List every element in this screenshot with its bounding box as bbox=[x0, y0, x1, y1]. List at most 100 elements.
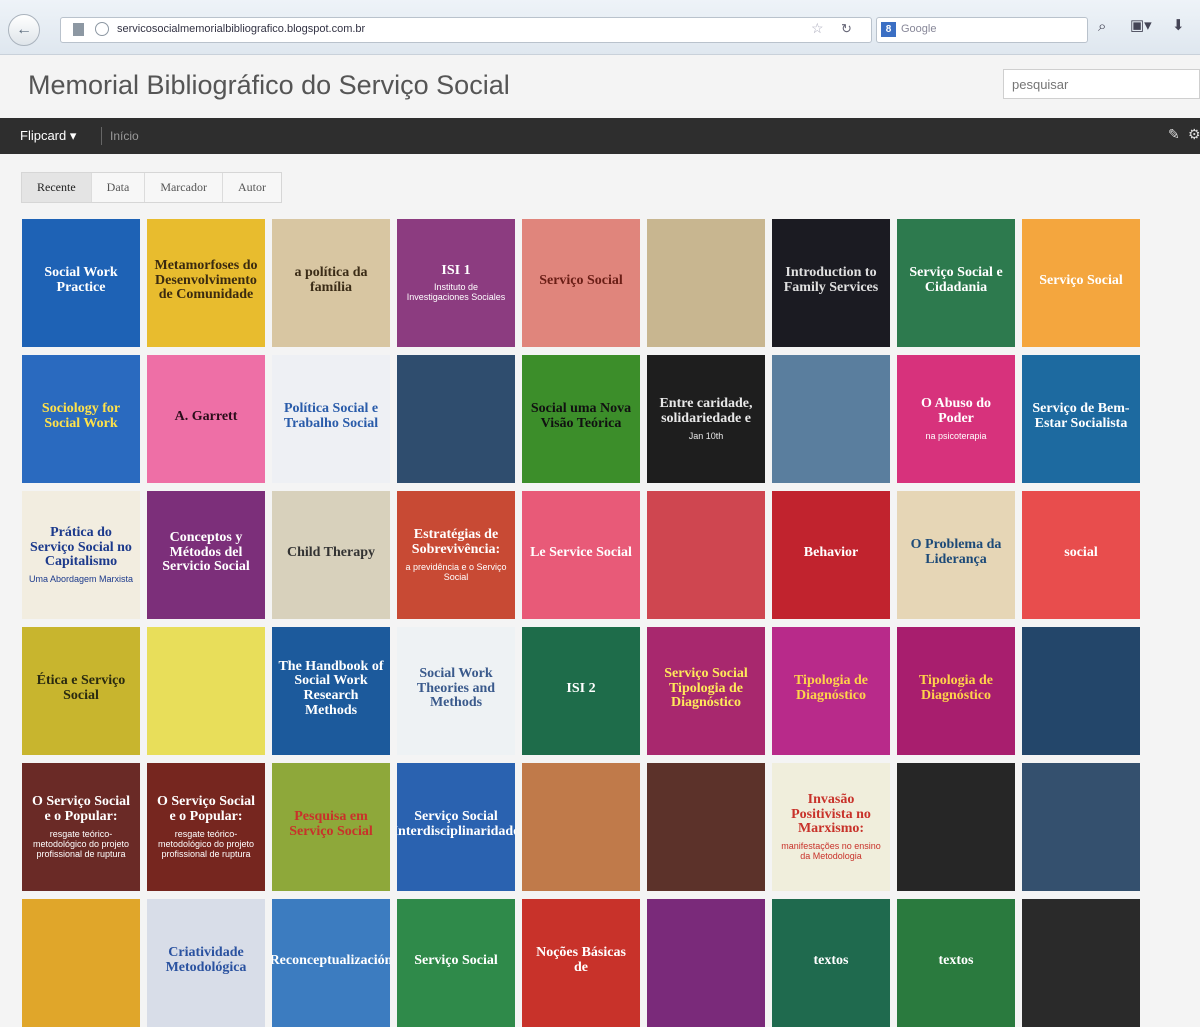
post-cover-title: O Serviço Social e o Popular: bbox=[157, 794, 255, 824]
post-cover-title: Social Work Theories and Methods bbox=[416, 665, 496, 711]
post-thumbnail[interactable]: Serviço de Bem-Estar Socialista bbox=[1022, 355, 1140, 483]
post-thumbnail[interactable]: textos bbox=[897, 899, 1015, 1027]
post-thumbnail[interactable]: Política Social e Trabalho Social bbox=[272, 355, 390, 483]
post-thumbnail[interactable]: Le Service Social bbox=[522, 491, 640, 619]
post-thumbnail[interactable]: Noções Básicas de bbox=[522, 899, 640, 1027]
post-thumbnail[interactable]: Child Therapy bbox=[272, 491, 390, 619]
post-cover-title: Serviço Social bbox=[1039, 272, 1123, 288]
post-thumbnail[interactable]: Metamorfoses do Desenvolvimento de Comun… bbox=[147, 219, 265, 347]
post-thumbnail[interactable]: a política da família bbox=[272, 219, 390, 347]
post-cover-title: O Serviço Social e o Popular: bbox=[32, 794, 130, 824]
post-thumbnail[interactable]: Serviço Social Interdisciplinaridade bbox=[397, 763, 515, 891]
post-thumbnail[interactable]: Reconceptualización bbox=[272, 899, 390, 1027]
post-cover-subtitle: resgate teórico-metodológico do projeto … bbox=[32, 828, 130, 859]
post-thumbnail[interactable]: O Problema da Liderança bbox=[897, 491, 1015, 619]
post-cover-title: Tipologia de Diagnóstico bbox=[793, 673, 869, 703]
tab-data[interactable]: Data bbox=[92, 173, 146, 202]
post-cover-title: Serviço Social bbox=[414, 952, 498, 968]
post-thumbnail[interactable]: Introduction to Family Services bbox=[772, 219, 890, 347]
post-thumbnail[interactable] bbox=[647, 763, 765, 891]
blog-search-input[interactable] bbox=[1003, 69, 1200, 99]
post-thumbnail[interactable]: Entre caridade, solidariedade e Jan 10th bbox=[647, 355, 765, 483]
post-thumbnail[interactable]: Pesquisa em Serviço Social bbox=[272, 763, 390, 891]
post-thumbnail[interactable]: Sociology for Social Work bbox=[22, 355, 140, 483]
post-thumbnail[interactable]: Serviço Social e Cidadania bbox=[897, 219, 1015, 347]
post-thumbnail[interactable]: Serviço Social Tipologia de Diagnóstico bbox=[647, 627, 765, 755]
post-cover-title: Serviço Social bbox=[539, 272, 623, 288]
gear-icon[interactable]: ⚙ bbox=[1188, 126, 1200, 143]
post-thumbnail[interactable]: Behavior bbox=[772, 491, 890, 619]
post-cover-title: Introduction to Family Services bbox=[783, 265, 879, 295]
edit-pencil-icon[interactable]: ✎ bbox=[1168, 126, 1180, 143]
post-cover-subtitle: Uma Abordagem Marxista bbox=[28, 574, 134, 585]
post-thumbnail[interactable] bbox=[1022, 899, 1140, 1027]
post-grid: Social Work Practice Metamorfoses do Dese… bbox=[22, 219, 1142, 1027]
bookmark-star-icon[interactable]: ☆ bbox=[811, 20, 824, 37]
post-thumbnail[interactable]: Conceptos y Métodos del Servicio Social bbox=[147, 491, 265, 619]
view-selector-dropdown[interactable]: Flipcard ▾ bbox=[20, 128, 76, 144]
post-thumbnail[interactable]: Social uma Nova Visão Teórica bbox=[522, 355, 640, 483]
post-thumbnail[interactable] bbox=[772, 355, 890, 483]
view-tabs: Recente Data Marcador Autor bbox=[21, 172, 282, 203]
post-thumbnail[interactable] bbox=[1022, 763, 1140, 891]
post-cover-title: social bbox=[1064, 544, 1098, 560]
globe-icon bbox=[95, 22, 109, 36]
post-thumbnail[interactable]: Social Work Practice bbox=[22, 219, 140, 347]
post-thumbnail[interactable] bbox=[647, 219, 765, 347]
post-thumbnail[interactable]: social bbox=[1022, 491, 1140, 619]
browser-search-box[interactable]: 8 Google bbox=[876, 17, 1088, 43]
post-thumbnail[interactable]: Ética e Serviço Social bbox=[22, 627, 140, 755]
post-thumbnail[interactable]: Invasão Positivista no Marxismo: manifest… bbox=[772, 763, 890, 891]
post-thumbnail[interactable]: A. Garrett bbox=[147, 355, 265, 483]
post-thumbnail[interactable] bbox=[647, 491, 765, 619]
post-cover-title: Social uma Nova Visão Teórica bbox=[530, 401, 632, 431]
post-thumbnail[interactable] bbox=[522, 763, 640, 891]
tab-autor[interactable]: Autor bbox=[223, 173, 281, 202]
post-thumbnail[interactable]: Criatividade Metodológica bbox=[147, 899, 265, 1027]
post-thumbnail[interactable]: The Handbook of Social Work Research Met… bbox=[272, 627, 390, 755]
post-thumbnail[interactable] bbox=[1022, 627, 1140, 755]
bookmarks-menu-icon[interactable]: ▣▾ bbox=[1130, 16, 1152, 34]
back-arrow-icon: ← bbox=[16, 21, 32, 38]
post-cover-subtitle: Jan 10th bbox=[688, 430, 724, 441]
tab-recente[interactable]: Recente bbox=[22, 173, 92, 202]
post-cover-title: Social Work Practice bbox=[44, 265, 118, 295]
post-thumbnail[interactable]: Social Work Theories and Methods bbox=[397, 627, 515, 755]
post-cover-title: textos bbox=[938, 952, 974, 968]
post-cover-title: textos bbox=[813, 952, 849, 968]
reload-icon[interactable]: ↻ bbox=[841, 21, 852, 37]
post-thumbnail[interactable]: ISI 2 bbox=[522, 627, 640, 755]
download-icon[interactable]: ⬇ bbox=[1172, 16, 1185, 34]
address-bar[interactable]: servicosocialmemorialbibliografico.blogs… bbox=[60, 17, 872, 43]
post-cover-title: Metamorfoses do Desenvolvimento de Comun… bbox=[154, 257, 258, 303]
post-thumbnail[interactable] bbox=[897, 763, 1015, 891]
post-thumbnail[interactable]: Serviço Social bbox=[1022, 219, 1140, 347]
post-thumbnail[interactable]: Prática do Serviço Social no Capitalismo… bbox=[22, 491, 140, 619]
post-thumbnail[interactable]: Tipologia de Diagnóstico bbox=[897, 627, 1015, 755]
post-thumbnail[interactable]: O Serviço Social e o Popular: resgate teó… bbox=[147, 763, 265, 891]
post-thumbnail[interactable]: Serviço Social bbox=[397, 899, 515, 1027]
post-thumbnail[interactable]: textos bbox=[772, 899, 890, 1027]
back-button[interactable]: ← bbox=[8, 14, 40, 46]
post-thumbnail[interactable]: ISI 1 Instituto de Investigaciones Social… bbox=[397, 219, 515, 347]
post-cover-title: Child Therapy bbox=[286, 544, 376, 560]
post-cover-title: A. Garrett bbox=[174, 408, 238, 424]
post-thumbnail[interactable]: O Serviço Social e o Popular: resgate teó… bbox=[22, 763, 140, 891]
post-thumbnail[interactable] bbox=[147, 627, 265, 755]
tab-marcador[interactable]: Marcador bbox=[145, 173, 223, 202]
blog-title[interactable]: Memorial Bibliográfico do Serviço Social bbox=[28, 70, 510, 101]
browser-search-placeholder: Google bbox=[901, 23, 937, 35]
post-thumbnail[interactable] bbox=[22, 899, 140, 1027]
magnifier-icon[interactable]: ⌕ bbox=[1098, 18, 1106, 35]
post-thumbnail[interactable]: Estratégias de Sobrevivência: a previdênc… bbox=[397, 491, 515, 619]
post-cover-title: Política Social e Trabalho Social bbox=[283, 401, 379, 431]
post-thumbnail[interactable] bbox=[397, 355, 515, 483]
post-cover-title: Serviço de Bem-Estar Socialista bbox=[1032, 401, 1130, 431]
post-cover-title: O Problema da Liderança bbox=[910, 537, 1002, 567]
post-thumbnail[interactable]: O Abuso do Poder na psicoterapia bbox=[897, 355, 1015, 483]
post-cover-title: Noções Básicas de bbox=[536, 945, 626, 975]
post-thumbnail[interactable]: Serviço Social bbox=[522, 219, 640, 347]
post-thumbnail[interactable]: Tipologia de Diagnóstico bbox=[772, 627, 890, 755]
home-link[interactable]: Início bbox=[110, 129, 139, 143]
post-thumbnail[interactable] bbox=[647, 899, 765, 1027]
